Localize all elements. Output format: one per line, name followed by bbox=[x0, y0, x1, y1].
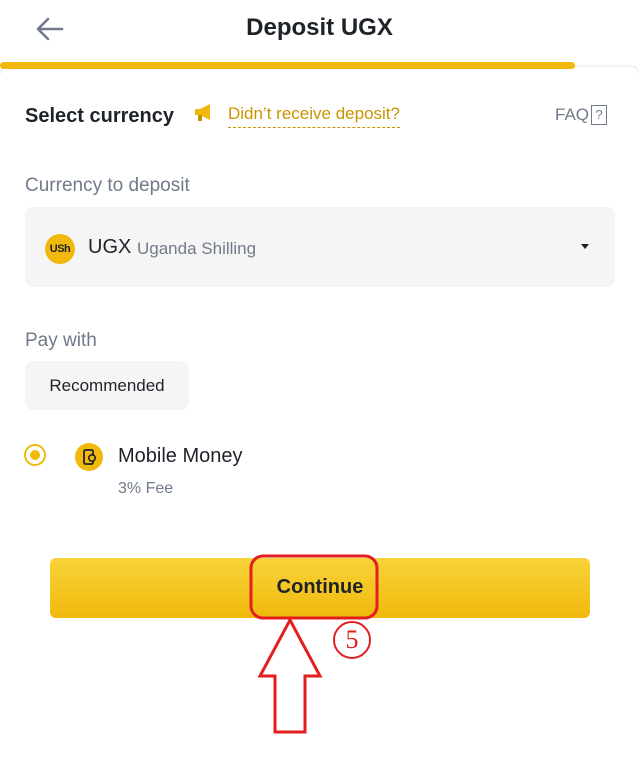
pay-with-label: Pay with bbox=[25, 330, 97, 351]
mobile-money-icon bbox=[75, 443, 103, 471]
didnt-receive-deposit-link[interactable]: Didn’t receive deposit? bbox=[228, 104, 400, 128]
page-title: Deposit UGX bbox=[246, 14, 393, 41]
currency-name: Uganda Shilling bbox=[137, 239, 257, 258]
megaphone-icon bbox=[192, 101, 216, 123]
currency-to-deposit-label: Currency to deposit bbox=[25, 175, 190, 196]
step-number-badge: 5 bbox=[333, 621, 371, 659]
faq-label: FAQ bbox=[555, 105, 590, 124]
caret-down-icon bbox=[581, 244, 589, 249]
recommended-filter-chip[interactable]: Recommended bbox=[25, 361, 189, 410]
currency-select[interactable]: USh UGX Uganda Shilling bbox=[25, 207, 615, 287]
up-arrow-icon bbox=[257, 616, 323, 734]
mobile-money-radio[interactable] bbox=[24, 444, 46, 466]
currency-coin-icon: USh bbox=[45, 234, 75, 264]
payment-method-title[interactable]: Mobile Money bbox=[118, 445, 243, 468]
continue-button-label: Continue bbox=[276, 576, 364, 598]
currency-code: UGX bbox=[88, 236, 132, 258]
select-currency-heading: Select currency bbox=[25, 105, 174, 127]
progress-fill bbox=[0, 62, 576, 69]
progress-bar bbox=[0, 62, 639, 74]
question-icon: ? bbox=[591, 105, 608, 125]
faq-link[interactable]: FAQ ? bbox=[555, 105, 608, 125]
continue-button[interactable]: Continue bbox=[50, 558, 590, 618]
payment-method-fee: 3% Fee bbox=[118, 480, 174, 497]
radio-selected-dot bbox=[30, 450, 40, 460]
